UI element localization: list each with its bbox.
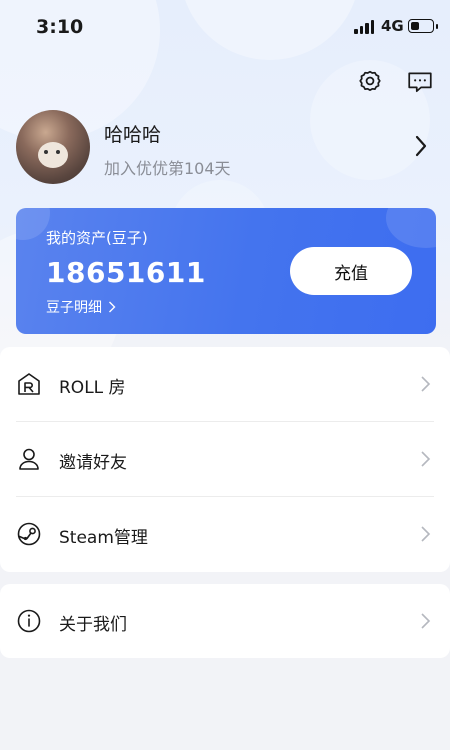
about-panel: 关于我们 (0, 584, 450, 658)
menu-item-roll-room[interactable]: ROLL 房 (0, 347, 450, 422)
network-type: 4G (381, 17, 404, 35)
menu-item-about-us[interactable]: 关于我们 (0, 584, 450, 659)
info-icon (17, 609, 41, 633)
status-time: 3:10 (36, 16, 84, 38)
profile-chevron-right-icon[interactable] (414, 134, 428, 162)
chevron-right-icon (421, 376, 431, 392)
menu-item-invite-friends[interactable]: 邀请好友 (0, 422, 450, 497)
menu-item-label: Steam管理 (59, 528, 148, 548)
username: 哈哈哈 (104, 124, 162, 146)
menu-item-steam-management[interactable]: Steam管理 (0, 497, 450, 572)
menu-panel: ROLL 房 邀请好友 Steam管理 (0, 347, 450, 572)
menu-item-label: 关于我们 (59, 615, 127, 635)
asset-title: 我的资产(豆子) (46, 229, 148, 247)
user-icon (19, 448, 39, 470)
bean-detail-link[interactable]: 豆子明细 (46, 297, 116, 317)
status-bar: 3:10 4G (0, 0, 450, 56)
bean-detail-label: 豆子明细 (46, 300, 102, 316)
steam-icon (17, 522, 41, 546)
menu-item-label: ROLL 房 (59, 378, 126, 398)
chevron-right-icon (421, 526, 431, 542)
signal-icon (354, 20, 374, 34)
menu-item-label: 邀请好友 (59, 453, 127, 473)
chat-icon (408, 72, 432, 93)
messages-button[interactable] (405, 67, 435, 97)
gear-icon (359, 70, 381, 91)
join-days-text: 加入优优第104天 (104, 159, 231, 178)
chevron-right-icon (109, 301, 116, 313)
battery-icon (408, 19, 438, 33)
recharge-button[interactable]: 充值 (290, 247, 412, 295)
roll-room-icon (18, 373, 40, 395)
asset-value: 18651611 (46, 256, 206, 289)
asset-card: 我的资产(豆子) 18651611 豆子明细 充值 (16, 208, 436, 334)
avatar[interactable] (16, 110, 90, 184)
chevron-right-icon (421, 451, 431, 467)
chevron-right-icon (421, 613, 431, 629)
settings-button[interactable] (355, 67, 385, 97)
